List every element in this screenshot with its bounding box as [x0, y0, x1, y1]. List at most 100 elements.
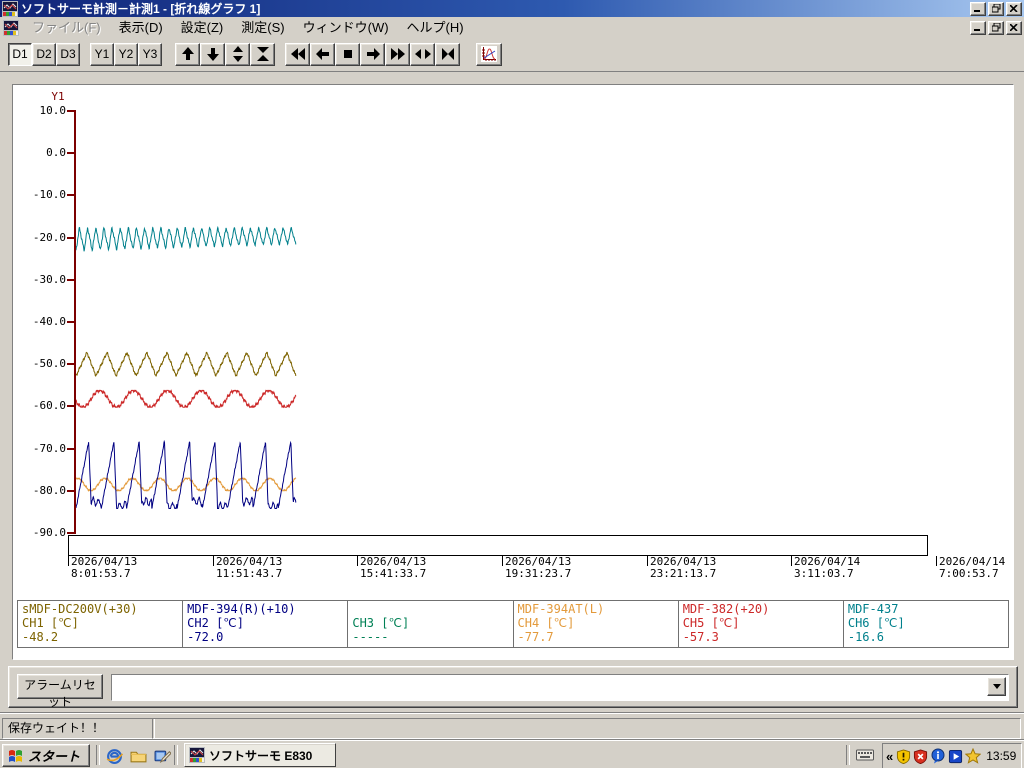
toolbar-buttons: D1 D2 D3 Y1 Y2 Y3	[8, 42, 502, 66]
y-tick-mark	[67, 489, 75, 492]
close-icon	[1010, 5, 1018, 12]
combo-dropdown-button[interactable]	[987, 677, 1006, 696]
windows-flag-icon	[9, 749, 22, 762]
close-button[interactable]	[1006, 1, 1022, 16]
y-tick-label: -90.0	[32, 526, 66, 539]
x-tick-label: 2026/04/13 23:21:13.7	[650, 555, 717, 580]
tray-chevron-icon[interactable]: «	[886, 749, 893, 764]
taskbar-task-button[interactable]: ソフトサーモ E830	[184, 743, 336, 767]
taskbar-separator	[96, 745, 100, 765]
mdi-minimize-button[interactable]	[970, 20, 986, 35]
taskbar-clock[interactable]: 13:59	[986, 749, 1016, 763]
legend-channel-name: MDF-394AT(L)	[517, 602, 605, 616]
step-right-icon	[366, 48, 380, 60]
minimize-button[interactable]	[970, 1, 986, 16]
legend-channel-value: -72.0	[187, 630, 224, 644]
mdi-window-controls	[970, 20, 1022, 35]
y-tick-mark	[67, 152, 75, 155]
legend-channel-name	[352, 602, 512, 616]
toolbar-y1-button[interactable]: Y1	[90, 42, 114, 66]
y-tick-mark	[67, 405, 75, 408]
toolbar-fast-rewind-button[interactable]	[285, 42, 310, 66]
toolbar-arrow-up-button[interactable]	[175, 42, 200, 66]
legend-channel-label: CH4 [℃]	[517, 616, 575, 630]
legend-cell-ch6: MDF-437 CH6 [℃] -16.6	[844, 601, 1008, 647]
folder-icon[interactable]	[128, 746, 148, 766]
toolbar-expand-horizontal-button[interactable]	[410, 42, 435, 66]
alarm-combo-input[interactable]	[114, 677, 985, 698]
toolbar-compress-vertical-button[interactable]	[250, 42, 275, 66]
security-warning-shield-icon[interactable]	[896, 748, 911, 764]
toolbar-stop-button[interactable]	[335, 42, 360, 66]
toolbar-step-left-button[interactable]	[310, 42, 335, 66]
toolbar-step-right-button[interactable]	[360, 42, 385, 66]
toolbar-y3-button[interactable]: Y3	[138, 42, 162, 66]
alarm-reset-button[interactable]: アラームリセット	[17, 674, 103, 709]
x-tick-mark	[357, 556, 358, 566]
mdi-close-button[interactable]	[1006, 20, 1022, 35]
security-alert-shield-icon[interactable]	[913, 748, 928, 764]
minimize-icon	[974, 29, 980, 31]
toolbar-d3-button[interactable]: D3	[56, 42, 80, 66]
y-tick-mark	[67, 447, 75, 450]
windows-flag-icon	[7, 748, 25, 764]
restore-icon	[991, 4, 1000, 13]
toolbar-expand-vertical-button[interactable]	[225, 42, 250, 66]
legend-channel-label: CH5 [℃]	[682, 616, 740, 630]
x-tick-label: 2026/04/13 8:01:53.7	[71, 555, 138, 580]
app-chart-icon	[3, 19, 19, 36]
compress-horizontal-icon	[441, 48, 454, 60]
y-tick-label: -30.0	[32, 272, 66, 286]
x-tick-mark	[502, 556, 503, 566]
legend-channel-value: -----	[352, 630, 389, 644]
x-tick-label: 2026/04/14 7:00:53.7	[939, 555, 1006, 580]
menu-item-0[interactable]: ファイル(F)	[23, 18, 110, 38]
toolbar-gap	[275, 54, 285, 55]
legend-channel-label: CH2 [℃]	[187, 616, 244, 630]
fast-forward-icon	[390, 48, 405, 60]
toolbar-d1-button[interactable]: D1	[8, 42, 32, 66]
toolbar-d2-button[interactable]: D2	[32, 42, 56, 66]
expand-horizontal-icon	[414, 49, 431, 59]
toolbar-compress-horizontal-button[interactable]	[435, 42, 460, 66]
star-icon[interactable]	[965, 748, 982, 764]
curve-ch4	[76, 477, 297, 492]
x-tick-mark	[213, 556, 214, 566]
application-window: ソフトサーモ計測－計測1 - [折れ線グラフ 1] ファイル(F) 表示(D) 設定…	[0, 0, 1024, 768]
legend-channel-name: MDF-394(R)(+10)	[187, 602, 296, 616]
keyboard-tray-button[interactable]	[852, 745, 878, 765]
legend-cell-ch4: MDF-394AT(L) CH4 [℃] -77.7	[514, 601, 679, 647]
menu-item-4[interactable]: ウィンドウ(W)	[294, 18, 398, 38]
mdi-child-icon	[3, 19, 19, 36]
toolbar-arrow-down-button[interactable]	[200, 42, 225, 66]
legend-cell-ch3: CH3 [℃] -----	[348, 601, 514, 647]
media-player-icon[interactable]	[948, 749, 963, 764]
window-controls	[970, 1, 1022, 16]
arrow-down-icon	[206, 48, 219, 61]
legend-channel-value: -57.3	[682, 630, 719, 644]
x-tick-mark	[791, 556, 792, 566]
show-desktop-icon[interactable]	[152, 746, 172, 766]
status-message: 保存ウェイト！！	[2, 718, 155, 739]
legend-channel-label: CH1 [℃]	[22, 616, 79, 630]
alarm-panel: アラームリセット	[8, 666, 1018, 709]
mdi-restore-button[interactable]	[988, 20, 1004, 35]
ie-icon[interactable]	[104, 746, 124, 766]
menu-item-2[interactable]: 設定(Z)	[172, 18, 233, 38]
menu-item-3[interactable]: 測定(S)	[232, 18, 293, 38]
y-tick-label: -70.0	[32, 441, 66, 455]
toolbar-fast-forward-button[interactable]	[385, 42, 410, 66]
toolbar-y2-button[interactable]: Y2	[114, 42, 138, 66]
legend-cell-ch2: MDF-394(R)(+10) CH2 [℃] -72.0	[183, 601, 349, 647]
info-balloon-icon[interactable]	[930, 748, 946, 764]
restore-button[interactable]	[988, 1, 1004, 16]
legend-cell-ch5: MDF-382(+20) CH5 [℃] -57.3	[679, 601, 844, 647]
y-tick-label: -20.0	[32, 230, 66, 244]
legend-channel-value: -48.2	[22, 630, 59, 644]
alarm-combo-box[interactable]	[111, 674, 1009, 701]
toolbar-graph-settings-button[interactable]	[476, 42, 502, 66]
legend-channel-name: MDF-437	[847, 602, 899, 616]
menu-item-1[interactable]: 表示(D)	[110, 18, 172, 38]
start-button[interactable]: スタート	[2, 744, 90, 767]
menu-item-5[interactable]: ヘルプ(H)	[398, 18, 473, 38]
